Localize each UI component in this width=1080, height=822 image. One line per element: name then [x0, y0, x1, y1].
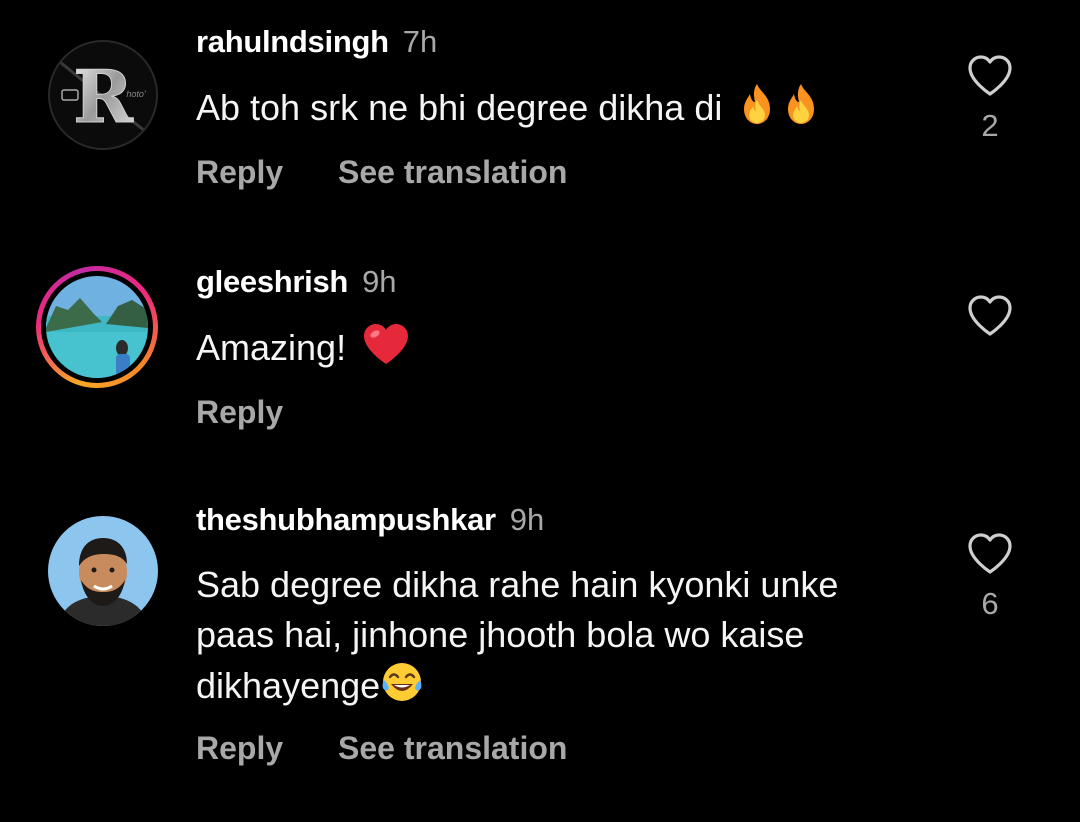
comment-header: gleeshrish 9h	[196, 262, 397, 302]
reply-button[interactable]: Reply	[196, 392, 283, 432]
heart-icon[interactable]	[966, 54, 1014, 98]
comment-text-line-with-emoji: dikhayenge	[196, 660, 936, 717]
like-count: 2	[981, 108, 999, 143]
username-link[interactable]: rahulndsingh	[196, 24, 389, 59]
comment-text-content: Amazing!	[196, 327, 347, 368]
like-control: 6	[966, 532, 1014, 622]
comment-item: theshubhampushkar 9h Sab degree dikha rah…	[0, 490, 1080, 820]
like-control	[966, 294, 1014, 338]
comment-actions: Reply See translation	[196, 152, 567, 192]
comment-text: Amazing!	[196, 322, 936, 379]
comment-timestamp: 9h	[509, 502, 545, 537]
comment-text-line: dikhayenge	[196, 665, 381, 706]
comment-header: theshubhampushkar 9h	[196, 500, 544, 540]
svg-text:hoto': hoto'	[126, 89, 146, 99]
comment-timestamp: 9h	[362, 264, 397, 299]
story-ring[interactable]	[36, 266, 158, 388]
comment-text: Ab toh srk ne bhi degree dikha di	[196, 82, 936, 139]
heart-icon[interactable]	[966, 532, 1014, 576]
fire-emoji-icon	[738, 82, 776, 139]
man-photo-avatar-icon	[48, 516, 158, 626]
red-heart-emoji-icon	[362, 322, 410, 379]
like-control: 2	[966, 54, 1014, 144]
comment-timestamp: 7h	[402, 24, 438, 59]
comment-actions: Reply	[196, 392, 283, 432]
beach-photo-avatar-icon	[46, 276, 148, 378]
letter-r-avatar-icon: R hoto'	[50, 42, 156, 148]
comment-actions: Reply See translation	[196, 728, 567, 768]
heart-icon[interactable]	[966, 294, 1014, 338]
svg-text:R: R	[73, 54, 134, 139]
reply-button[interactable]: Reply	[196, 152, 283, 192]
comment-text-line: Sab degree dikha rahe hain kyonki unke	[196, 564, 839, 605]
avatar[interactable]: R hoto'	[48, 40, 158, 150]
comment-text-line: paas hai, jinhone jhooth bola wo kaise	[196, 614, 805, 655]
comment-text-content: Ab toh srk ne bhi degree dikha di	[196, 87, 723, 128]
comment-item: R hoto' rahulndsingh 7h Ab toh srk ne bhi…	[0, 0, 1080, 220]
see-translation-button[interactable]: See translation	[338, 728, 567, 768]
reply-button[interactable]: Reply	[196, 728, 283, 768]
comment-header: rahulndsingh 7h	[196, 22, 437, 62]
avatar	[46, 276, 148, 378]
comment-item: gleeshrish 9h Amazing! Reply	[0, 250, 1080, 470]
avatar[interactable]	[48, 516, 158, 626]
username-link[interactable]: gleeshrish	[196, 264, 348, 299]
fire-emoji-icon	[782, 82, 820, 139]
like-count: 6	[981, 586, 999, 621]
tears-of-joy-emoji-icon	[380, 660, 424, 717]
see-translation-button[interactable]: See translation	[338, 152, 567, 192]
username-link[interactable]: theshubhampushkar	[196, 502, 496, 537]
comment-text: Sab degree dikha rahe hain kyonki unke p…	[196, 560, 936, 717]
